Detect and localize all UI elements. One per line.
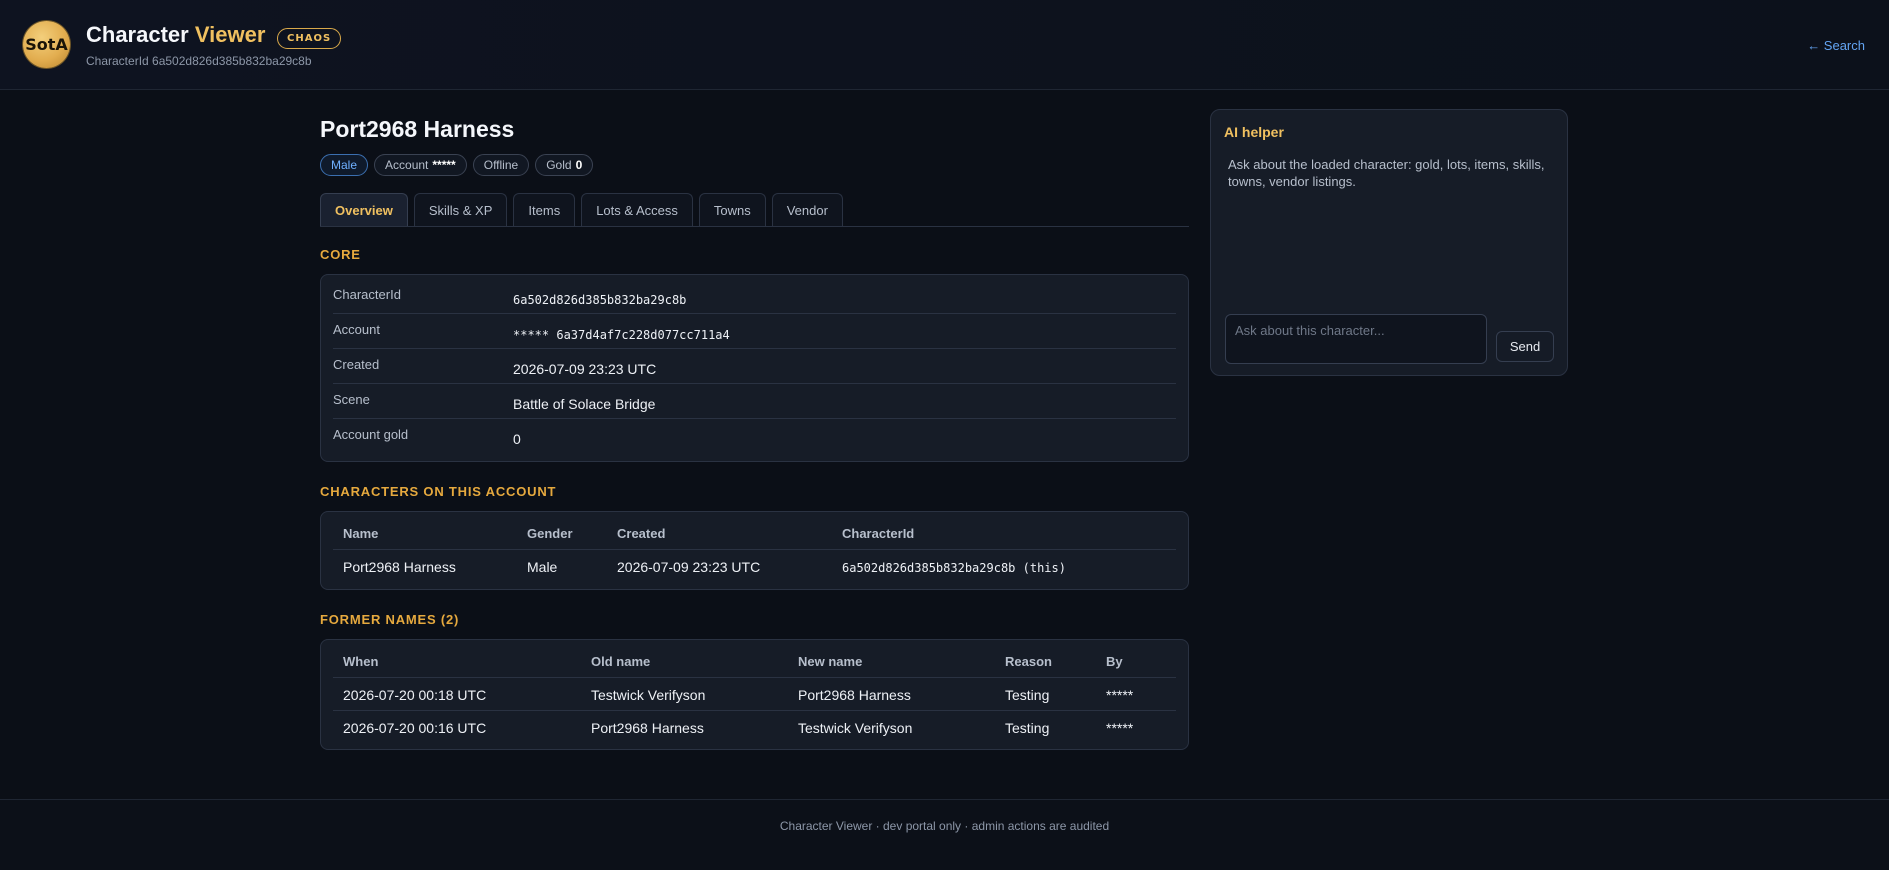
core-key: Account gold [333,427,409,442]
account-chip-value: ***** [432,158,456,172]
core-row-account: Account ***** 6a37d4af7c228d077cc711a4 [333,314,1176,349]
tab-towns[interactable]: Towns [698,193,766,226]
cell-by: ***** [1106,687,1134,703]
account-chip-label: Account [385,158,429,172]
cell-gender: Male [527,559,558,575]
core-row-account-gold: Account gold 0 [333,419,1176,454]
core-value: ***** 6a37d4af7c228d077cc711a4 [513,328,730,342]
character-tabs: Overview Skills & XP Items Lots & Access… [320,193,1189,227]
core-key: Created [333,357,380,372]
page-footer: Character Viewer · dev portal only · adm… [0,799,1889,870]
cell-new-name: Port2968 Harness [798,687,911,703]
cell-old-name: Testwick Verifyson [591,687,706,703]
column-header-when: When [343,654,379,669]
column-header-old-name: Old name [591,654,651,669]
gold-chip-label: Gold [546,158,572,172]
cell-old-name: Port2968 Harness [591,720,704,736]
ai-question-input[interactable] [1225,314,1487,364]
tab-lots-access[interactable]: Lots & Access [581,193,693,226]
core-value: Battle of Solace Bridge [513,396,656,412]
column-header-reason: Reason [1005,654,1052,669]
gold-chip-value: 0 [575,158,583,172]
cell-reason: Testing [1005,687,1050,703]
cell-reason: Testing [1005,720,1050,736]
character-chips: Male Account ***** Offline Gold 0 [320,154,594,176]
gold-chip: Gold 0 [535,154,594,176]
cell-when: 2026-07-20 00:18 UTC [343,687,487,703]
environment-badge: CHAOS [277,28,342,49]
ai-helper-hint: Ask about the loaded character: gold, lo… [1228,157,1545,189]
header-divider [333,677,1176,678]
cell-characterid: 6a502d826d385b832ba29c8b (this) [842,561,1066,575]
column-header-by: By [1106,654,1123,669]
cell-when: 2026-07-20 00:16 UTC [343,720,487,736]
tab-skills-xp[interactable]: Skills & XP [413,193,508,226]
send-button[interactable]: Send [1496,331,1554,362]
cell-by: ***** [1106,720,1134,736]
footer-text: Character Viewer · dev portal only · adm… [779,819,1110,833]
ai-helper-title: AI helper [1224,124,1284,140]
column-header-characterid: CharacterId [842,526,915,541]
character-id-subtitle: CharacterId 6a502d826d385b832ba29c8b [86,54,312,68]
former-names-section-title: FORMER NAMES (2) [320,612,460,627]
app-title-accent: Viewer [194,22,266,47]
core-value: 0 [513,431,521,447]
characters-table: Name Gender Created CharacterId Port2968… [320,511,1189,590]
tab-vendor[interactable]: Vendor [771,193,843,226]
core-row-characterid: CharacterId 6a502d826d385b832ba29c8b [333,279,1176,314]
core-row-created: Created 2026-07-09 23:23 UTC [333,349,1176,384]
tab-items[interactable]: Items [513,193,576,226]
former-names-table: When Old name New name Reason By 2026-07… [320,639,1189,750]
header-divider [333,549,1176,550]
cell-new-name: Testwick Verifyson [798,720,913,736]
core-key: Account [333,322,380,337]
cell-name: Port2968 Harness [343,559,456,575]
column-header-gender: Gender [527,526,573,541]
column-header-created: Created [617,526,666,541]
core-card: CharacterId 6a502d826d385b832ba29c8b Acc… [320,274,1189,462]
core-value: 2026-07-09 23:23 UTC [513,361,657,377]
core-key: Scene [333,392,370,407]
back-to-search-link[interactable]: ← Search [1807,38,1865,53]
character-name-heading: Port2968 Harness [320,116,515,142]
row-divider [333,710,1176,711]
app-header: SotA Character Viewer CHAOS CharacterId … [0,0,1889,90]
sota-logo: SotA [23,21,70,68]
app-title: Character Viewer [86,22,265,48]
column-header-new-name: New name [798,654,863,669]
core-value: 6a502d826d385b832ba29c8b [513,293,687,307]
app-title-main: Character [86,22,189,47]
status-chip: Offline [472,154,530,176]
column-header-name: Name [343,526,379,541]
ai-helper-panel: AI helper Ask about the loaded character… [1210,109,1568,376]
account-chip: Account ***** [374,154,467,176]
core-section-title: CORE [320,247,361,262]
cell-created: 2026-07-09 23:23 UTC [617,559,761,575]
tab-overview[interactable]: Overview [320,193,408,226]
gender-chip: Male [320,154,369,176]
core-key: CharacterId [333,287,401,302]
core-row-scene: Scene Battle of Solace Bridge [333,384,1176,419]
characters-section-title: CHARACTERS ON THIS ACCOUNT [320,484,557,499]
